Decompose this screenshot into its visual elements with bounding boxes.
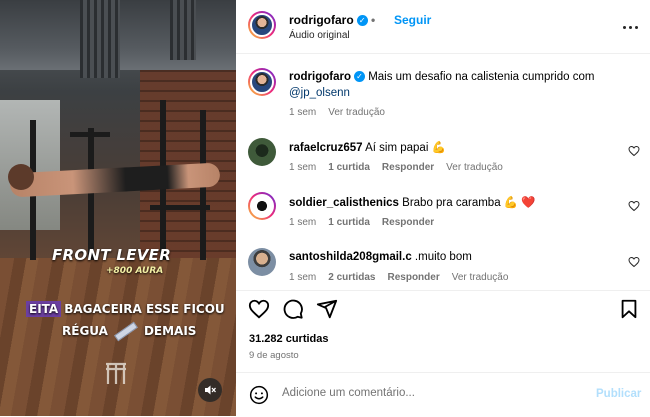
caption-text: Mais um desafio na calistenia cumprido c… bbox=[368, 71, 595, 83]
caption-author-avatar[interactable] bbox=[248, 68, 276, 96]
post-date[interactable]: 9 de agosto bbox=[249, 350, 299, 361]
emoji-icon[interactable] bbox=[249, 385, 269, 405]
comment-meta: 1 sem 1 curtida Responder bbox=[289, 217, 446, 228]
like-heart-icon[interactable] bbox=[248, 298, 270, 320]
comment-input[interactable]: Adicione um comentário... bbox=[282, 387, 415, 399]
comment-time[interactable]: 1 sem bbox=[289, 162, 316, 173]
caption-time[interactable]: 1 sem bbox=[289, 107, 316, 118]
post-header: rodrigofaro ✓ • Seguir Áudio original bbox=[236, 0, 650, 54]
like-comment-heart-icon[interactable] bbox=[628, 145, 640, 157]
comment-bubble-icon[interactable] bbox=[282, 298, 304, 320]
translate-link[interactable]: Ver tradução bbox=[452, 272, 509, 283]
publish-button[interactable]: Publicar bbox=[596, 388, 641, 400]
comment-row: soldier_calisthenics Brabo pra caramba 💪… bbox=[289, 195, 536, 209]
caption-text-1: BAGACEIRA ESSE FICOU bbox=[64, 302, 225, 316]
comment-meta: 1 sem 1 curtida Responder Ver tradução bbox=[289, 162, 515, 173]
comment-text: Aí sim papai 💪 bbox=[365, 142, 446, 154]
likes-count[interactable]: 31.282 curtidas bbox=[249, 333, 329, 345]
more-options-icon[interactable] bbox=[618, 18, 642, 36]
caption-translate[interactable]: Ver tradução bbox=[328, 107, 385, 118]
share-send-icon[interactable] bbox=[316, 298, 338, 320]
comment-likes[interactable]: 1 curtida bbox=[328, 217, 370, 228]
author-username[interactable]: rodrigofaro ✓ • bbox=[289, 13, 375, 27]
author-avatar[interactable] bbox=[248, 11, 276, 39]
mute-button[interactable] bbox=[198, 378, 222, 402]
speaker-muted-icon bbox=[205, 385, 216, 395]
translate-link[interactable]: Ver tradução bbox=[446, 162, 503, 173]
comment-row: rafaelcruz657 Aí sim papai 💪 bbox=[289, 140, 446, 154]
commenter-avatar[interactable] bbox=[248, 138, 276, 166]
commenter-avatar[interactable] bbox=[248, 248, 276, 276]
reply-button[interactable]: Responder bbox=[382, 217, 434, 228]
reply-button[interactable]: Responder bbox=[382, 162, 434, 173]
overlay-title: FRONT LEVER bbox=[52, 246, 172, 264]
watermark-logo-icon bbox=[106, 362, 126, 384]
comment-text: Brabo pra caramba 💪 ❤️ bbox=[402, 197, 536, 209]
audio-link[interactable]: Áudio original bbox=[289, 30, 350, 41]
verified-badge-icon: ✓ bbox=[356, 15, 368, 27]
caption-mention-line: @jp_olsenn bbox=[289, 87, 350, 99]
like-comment-heart-icon[interactable] bbox=[628, 256, 640, 268]
comments-list: rodrigofaro ✓ Mais um desafio na calisten… bbox=[236, 54, 650, 290]
caption-text-2b: DEMAIS bbox=[143, 324, 197, 338]
verified-badge-icon: ✓ bbox=[353, 71, 365, 83]
comment-likes[interactable]: 1 curtida bbox=[328, 162, 370, 173]
overlay-caption-line1: EITA BAGACEIRA ESSE FICOU bbox=[26, 301, 225, 317]
ceiling-duct bbox=[80, 0, 120, 78]
comment-username[interactable]: rafaelcruz657 bbox=[289, 142, 363, 154]
comment-composer: Adicione um comentário... Publicar bbox=[236, 372, 650, 417]
comment-meta: 1 sem 2 curtidas Responder Ver tradução bbox=[289, 272, 520, 283]
comment-time[interactable]: 1 sem bbox=[289, 217, 316, 228]
comment-row: santoshilda208gmail.c .muito bom bbox=[289, 251, 472, 263]
athlete-head bbox=[8, 164, 34, 190]
caption-meta: 1 sem Ver tradução bbox=[289, 107, 397, 118]
post-video[interactable]: FRONT LEVER +800 AURA EITA BAGACEIRA ESSE… bbox=[0, 0, 236, 416]
ceiling-duct bbox=[170, 0, 196, 60]
gym-rack bbox=[88, 128, 94, 260]
separator-dot: • bbox=[371, 13, 376, 27]
save-bookmark-icon[interactable] bbox=[618, 298, 640, 320]
overlay-aura: +800 AURA bbox=[106, 266, 164, 276]
comment-text: .muito bom bbox=[414, 251, 472, 263]
post-actions: 31.282 curtidas 9 de agosto bbox=[236, 290, 650, 371]
post-panel: rodrigofaro ✓ • Seguir Áudio original rod… bbox=[236, 0, 650, 416]
comment-username[interactable]: soldier_calisthenics bbox=[289, 197, 399, 209]
mention-link[interactable]: @jp_olsenn bbox=[289, 87, 350, 99]
reply-button[interactable]: Responder bbox=[387, 272, 439, 283]
post-caption: rodrigofaro ✓ Mais um desafio na calisten… bbox=[289, 71, 594, 83]
caption-highlight: EITA bbox=[26, 301, 62, 317]
overlay-caption-line2: RÉGUA DEMAIS bbox=[62, 321, 197, 342]
bench bbox=[150, 205, 210, 210]
caption-author[interactable]: rodrigofaro bbox=[289, 71, 351, 83]
pull-up-bar bbox=[70, 132, 110, 137]
follow-button[interactable]: Seguir bbox=[394, 13, 431, 27]
comment-username[interactable]: santoshilda208gmail.c bbox=[289, 251, 412, 263]
like-comment-heart-icon[interactable] bbox=[628, 200, 640, 212]
comment-time[interactable]: 1 sem bbox=[289, 272, 316, 283]
commenter-avatar[interactable] bbox=[248, 192, 276, 220]
comment-likes[interactable]: 2 curtidas bbox=[328, 272, 375, 283]
caption-text-2a: RÉGUA bbox=[62, 324, 108, 338]
